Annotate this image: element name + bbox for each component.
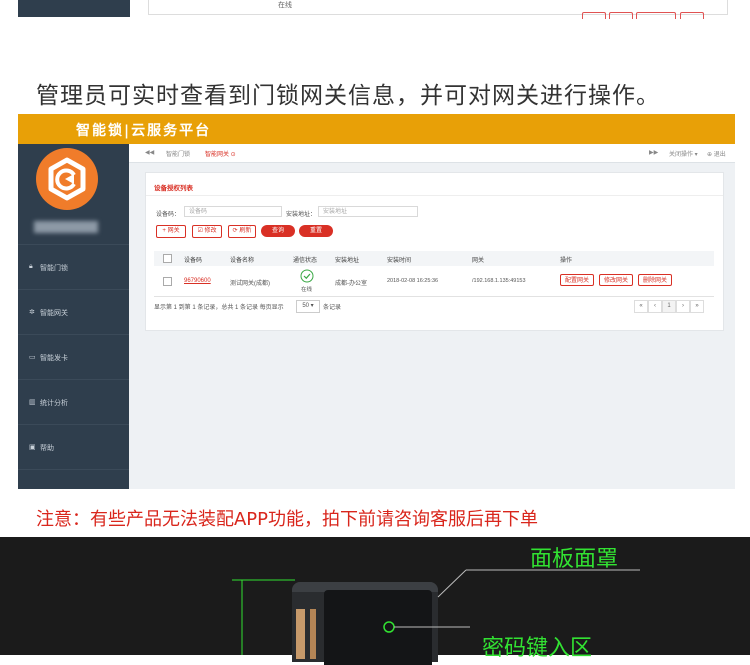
table-header: 设备码 设备名称 通信状态 安装地址 安装时间 网关 操作: [154, 251, 714, 267]
table-row: 96790600 测试网关(成都) 在线 成都-办公室 2018-02-08 1…: [154, 266, 714, 297]
callout-lines: [232, 569, 640, 655]
sidebar-item-label: 帮助: [40, 445, 54, 452]
lock-icon: 🔒︎: [29, 263, 33, 270]
gear-icon: ✲: [29, 309, 35, 316]
section-caption: 管理员可实时查看到门锁网关信息，并可对网关进行操作。: [36, 83, 660, 109]
page-last-button[interactable]: »: [690, 300, 704, 313]
edit-button[interactable]: ☑ 修改: [192, 225, 222, 238]
sidebar-item-label: 智能发卡: [40, 355, 68, 362]
sidebar-item-smart-gateway[interactable]: ✲ 智能网关: [18, 289, 129, 334]
sidebar-item-smart-lock[interactable]: 🔒︎ 智能门锁: [18, 244, 129, 289]
tab-back-button[interactable]: ◀◀: [145, 149, 154, 156]
install-time: 2018-02-08 16:25:36: [387, 278, 439, 284]
device-list-panel: 设备授权列表 设备码： 设备码 安装地址： 安装地址 + 网关 ☑ 修改 ⟳ 刷…: [145, 172, 724, 331]
sidebar-item-smart-card[interactable]: ▭ 智能发卡: [18, 334, 129, 379]
panel-divider: [146, 195, 723, 196]
refresh-button[interactable]: ⟳ 刷新: [228, 225, 256, 238]
close-ops-dropdown[interactable]: 关闭操作 ▾: [669, 149, 698, 158]
logo-icon: [36, 148, 98, 210]
column-header: 通信状态: [293, 258, 318, 264]
sidebar-item-label: 智能网关: [40, 310, 68, 317]
previous-op-button: [609, 12, 633, 19]
select-all-checkbox[interactable]: [163, 254, 172, 263]
page-1-button[interactable]: 1: [662, 300, 676, 313]
page-size-select[interactable]: 50 ▾: [296, 300, 320, 313]
pager-info: 显示第 1 到第 1 条记录，总共 1 条记录 每页显示: [154, 305, 284, 311]
pager-suffix: 条记录: [323, 305, 342, 311]
page-first-button[interactable]: «: [634, 300, 648, 313]
previous-op-button: [582, 12, 606, 19]
page-prev-button[interactable]: ‹: [648, 300, 662, 313]
address-label: 安装地址：: [286, 212, 317, 218]
delete-gateway-button[interactable]: 删除网关: [638, 274, 672, 286]
cloud-platform-screenshot: 智能锁|云服务平台 🔒︎ 智能门锁 ✲ 智能网关 ▭ 智能发卡 ▥ 统计分析 ▣…: [18, 114, 735, 489]
column-header: 安装时间: [387, 258, 412, 264]
previous-sidebar-fragment: [18, 0, 130, 17]
page-next-button[interactable]: ›: [676, 300, 690, 313]
previous-op-button: [680, 12, 704, 19]
address-input[interactable]: 安装地址: [318, 206, 418, 217]
column-header: 设备名称: [230, 258, 255, 264]
chart-icon: ▥: [29, 399, 36, 406]
sidebar-divider: [18, 469, 129, 489]
tab-forward-button[interactable]: ▶▶: [649, 149, 658, 156]
previous-op-button: [636, 12, 676, 19]
install-address: 成都-办公室: [335, 281, 367, 287]
brand-bar: 智能锁|云服务平台: [18, 114, 735, 144]
reset-button[interactable]: 重置: [299, 225, 333, 237]
logout-button[interactable]: ⊕ 退出: [707, 149, 726, 158]
card-icon: ▭: [29, 354, 36, 361]
row-checkbox[interactable]: [163, 277, 172, 286]
column-header: 操作: [560, 258, 573, 264]
lock-product-image: 面板面罩 密码键入区: [0, 537, 750, 665]
monitor-icon: ▣: [29, 444, 36, 451]
device-code-label: 设备码：: [156, 212, 181, 218]
status-text: 在线: [301, 287, 313, 293]
username-blurred: [34, 221, 98, 233]
app-compatibility-note: 注意：有些产品无法装配APP功能，拍下前请咨询客服后再下单: [36, 509, 539, 530]
query-button[interactable]: 查询: [261, 225, 295, 237]
configure-gateway-button[interactable]: 配置网关: [560, 274, 594, 286]
device-name: 测试网关(成都): [230, 281, 270, 287]
panel-cover-label: 面板面罩: [530, 547, 619, 572]
keypad-area-label: 密码键入区: [482, 636, 593, 661]
sidebar-item-label: 智能门锁: [40, 265, 68, 272]
sidebar: 🔒︎ 智能门锁 ✲ 智能网关 ▭ 智能发卡 ▥ 统计分析 ▣ 帮助: [18, 144, 129, 489]
column-header: 设备码: [184, 258, 203, 264]
gateway-address: /192.168.1.135:49153: [472, 278, 526, 284]
device-code-link[interactable]: 96790600: [184, 278, 211, 284]
add-gateway-button[interactable]: + 网关: [156, 225, 186, 238]
sidebar-item-statistics[interactable]: ▥ 统计分析: [18, 379, 129, 424]
device-code-input[interactable]: 设备码: [184, 206, 282, 217]
column-header: 网关: [472, 258, 485, 264]
previous-screenshot-strip: 在线: [0, 0, 750, 20]
tab-smart-gateway[interactable]: 智能网关 ⊙: [205, 149, 236, 158]
tab-smart-lock[interactable]: 智能门锁: [166, 149, 190, 158]
previous-online-text: 在线: [278, 2, 292, 9]
tab-bar: ◀◀ 智能门锁 智能网关 ⊙ ▶▶ 关闭操作 ▾ ⊕ 退出: [129, 144, 735, 163]
panel-title: 设备授权列表: [154, 185, 193, 192]
column-header: 安装地址: [335, 258, 360, 264]
sidebar-item-label: 统计分析: [40, 400, 68, 407]
sidebar-item-help[interactable]: ▣ 帮助: [18, 424, 129, 469]
modify-gateway-button[interactable]: 修改网关: [599, 274, 633, 286]
brand-title: 智能锁|云服务平台: [76, 123, 212, 139]
